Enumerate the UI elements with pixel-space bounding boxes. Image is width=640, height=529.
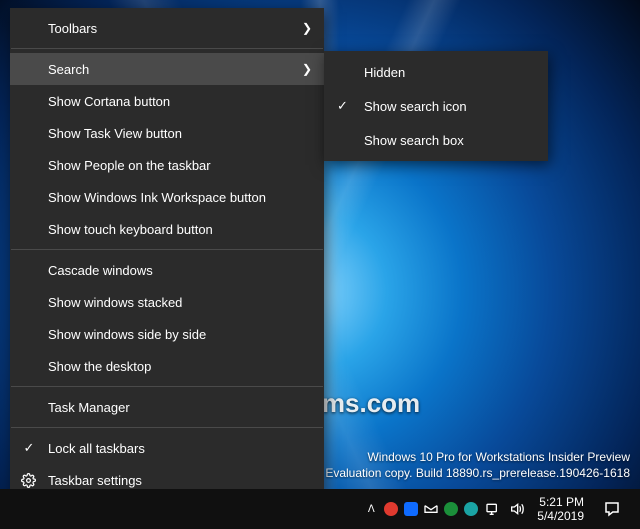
- chevron-right-icon: ❯: [302, 62, 312, 76]
- menu-separator: [11, 48, 323, 49]
- menu-label: Show Cortana button: [48, 94, 170, 109]
- taskbar-spacer: [0, 489, 359, 529]
- menu-show-windows-stacked[interactable]: Show windows stacked: [10, 286, 324, 318]
- menu-label: Show windows side by side: [48, 327, 206, 342]
- chevron-right-icon: ❯: [302, 21, 312, 35]
- menu-separator: [11, 427, 323, 428]
- submenu-hidden[interactable]: Hidden: [324, 55, 548, 89]
- menu-show-people-on-taskbar[interactable]: Show People on the taskbar: [10, 149, 324, 181]
- menu-label: Show the desktop: [48, 359, 151, 374]
- menu-label: Lock all taskbars: [48, 441, 145, 456]
- volume-icon[interactable]: [505, 489, 529, 529]
- clock-date: 5/4/2019: [537, 509, 584, 523]
- windows-edition-text: Windows 10 Pro for Workstations Insider …: [325, 449, 630, 481]
- menu-label: Show windows stacked: [48, 295, 182, 310]
- action-center-icon[interactable]: [592, 500, 632, 518]
- tray-app-icon-5[interactable]: [461, 489, 481, 529]
- menu-cascade-windows[interactable]: Cascade windows: [10, 254, 324, 286]
- menu-show-the-desktop[interactable]: Show the desktop: [10, 350, 324, 382]
- menu-show-touch-keyboard-button[interactable]: Show touch keyboard button: [10, 213, 324, 245]
- menu-lock-all-taskbars[interactable]: ✓ Lock all taskbars: [10, 432, 324, 464]
- gear-icon: [21, 473, 37, 488]
- menu-label: Show Windows Ink Workspace button: [48, 190, 266, 205]
- system-tray: ᐱ 5:21 PM 5/4/2019: [359, 489, 640, 529]
- menu-label: Task Manager: [48, 400, 130, 415]
- edition-line-2: Evaluation copy. Build 18890.rs_prerelea…: [325, 465, 630, 481]
- menu-show-task-view-button[interactable]: Show Task View button: [10, 117, 324, 149]
- menu-task-manager[interactable]: Task Manager: [10, 391, 324, 423]
- menu-show-windows-side-by-side[interactable]: Show windows side by side: [10, 318, 324, 350]
- menu-label: Search: [48, 62, 89, 77]
- search-submenu: Hidden ✓ Show search icon Show search bo…: [324, 51, 548, 161]
- tray-overflow-chevron-icon[interactable]: ᐱ: [361, 489, 381, 529]
- check-icon: ✓: [337, 98, 348, 114]
- network-icon[interactable]: [481, 489, 505, 529]
- menu-separator: [11, 386, 323, 387]
- menu-label: Show Task View button: [48, 126, 182, 141]
- clock-time: 5:21 PM: [539, 495, 584, 509]
- menu-label: Toolbars: [48, 21, 97, 36]
- submenu-show-search-box[interactable]: Show search box: [324, 123, 548, 157]
- menu-separator: [11, 249, 323, 250]
- tray-app-icon-4[interactable]: [441, 489, 461, 529]
- menu-show-ink-workspace-button[interactable]: Show Windows Ink Workspace button: [10, 181, 324, 213]
- tray-app-icon-1[interactable]: [381, 489, 401, 529]
- menu-label: Show touch keyboard button: [48, 222, 213, 237]
- taskbar: ᐱ 5:21 PM 5/4/2019: [0, 489, 640, 529]
- menu-search[interactable]: Search ❯: [10, 53, 324, 85]
- menu-label: Show People on the taskbar: [48, 158, 211, 173]
- submenu-label: Show search icon: [364, 99, 467, 114]
- tray-app-icon-2[interactable]: [401, 489, 421, 529]
- taskbar-clock[interactable]: 5:21 PM 5/4/2019: [529, 495, 592, 523]
- menu-show-cortana-button[interactable]: Show Cortana button: [10, 85, 324, 117]
- submenu-label: Hidden: [364, 65, 405, 80]
- edition-line-1: Windows 10 Pro for Workstations Insider …: [325, 449, 630, 465]
- submenu-label: Show search box: [364, 133, 464, 148]
- menu-toolbars[interactable]: Toolbars ❯: [10, 12, 324, 44]
- check-icon: ✓: [21, 440, 37, 456]
- tray-app-icon-3[interactable]: [421, 489, 441, 529]
- taskbar-context-menu: Toolbars ❯ Search ❯ Show Cortana button …: [10, 8, 324, 500]
- submenu-show-search-icon[interactable]: ✓ Show search icon: [324, 89, 548, 123]
- menu-label: Cascade windows: [48, 263, 153, 278]
- menu-label: Taskbar settings: [48, 473, 142, 488]
